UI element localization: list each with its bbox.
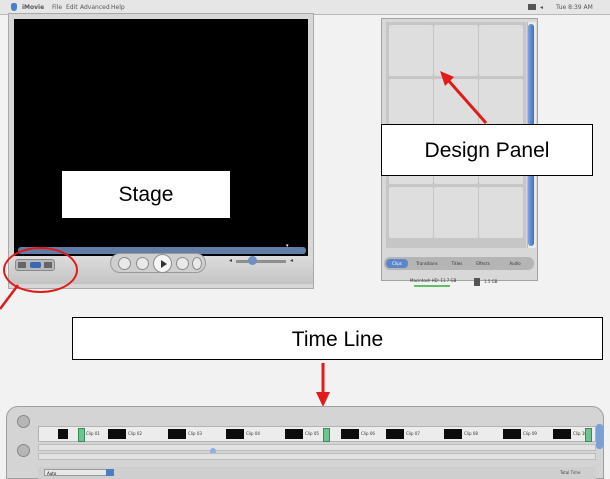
timeline-viewer-icon[interactable] <box>17 444 30 457</box>
clip-label: Clip 09 <box>523 431 537 436</box>
clip-label: Clip 05 <box>305 431 319 436</box>
design-panel-arrow <box>440 71 488 124</box>
clip-thumbnail[interactable] <box>386 429 404 439</box>
clip-viewer-icon[interactable] <box>17 415 30 428</box>
stage-caption: Stage <box>62 171 230 218</box>
zoom-select[interactable]: Auto <box>44 469 114 476</box>
trash-size: 1.5 GB <box>484 279 498 284</box>
audio-track-2[interactable] <box>38 453 596 460</box>
clip-label: Clip 07 <box>406 431 420 436</box>
clip-thumbnail[interactable] <box>108 429 126 439</box>
clip-selected-marker[interactable] <box>78 428 85 442</box>
clip-transition-marker[interactable] <box>323 428 330 442</box>
menu-clock[interactable]: Tue 8:39 AM <box>556 4 593 11</box>
timeline-titlebar <box>14 409 574 417</box>
clip-label: Clip 03 <box>188 431 202 436</box>
timeline-scroll-thumb[interactable] <box>596 424 603 449</box>
tab-clips[interactable]: Clips <box>386 259 408 268</box>
clip-label: Clip 06 <box>361 431 375 436</box>
fast-forward-button[interactable] <box>192 257 202 270</box>
clip-thumbnail[interactable] <box>503 429 521 439</box>
clip-end-marker[interactable] <box>585 428 592 442</box>
clip-thumbnail[interactable] <box>285 429 303 439</box>
tab-effects[interactable]: Effects <box>470 259 496 268</box>
disk-usage-bar <box>414 285 450 287</box>
clip-label: Clip 04 <box>246 431 260 436</box>
timeline-caption: Time Line <box>72 317 603 360</box>
volume-menu-icon[interactable]: ◂ <box>540 4 543 11</box>
timeline-footer <box>38 467 596 479</box>
clip-thumbnail[interactable] <box>226 429 244 439</box>
clip-label: Clip 08 <box>464 431 478 436</box>
clip-thumbnail[interactable] <box>341 429 359 439</box>
audio-track-1[interactable] <box>38 444 596 451</box>
total-time-label: Total Time <box>560 470 581 475</box>
volume-low-icon: ◂ <box>229 257 233 264</box>
clip-thumbnail[interactable] <box>553 429 571 439</box>
menu-edit[interactable]: Edit <box>66 4 78 11</box>
clip-thumbnail[interactable] <box>444 429 462 439</box>
app-menu[interactable]: iMovie <box>22 4 44 11</box>
next-button[interactable] <box>176 257 189 270</box>
play-icon <box>161 260 167 268</box>
clip-label: Clip 01 <box>86 431 100 436</box>
volume-knob[interactable] <box>248 256 257 265</box>
clip-label: Clip 02 <box>128 431 142 436</box>
trash-icon[interactable] <box>474 278 480 286</box>
apple-menu-icon[interactable] <box>11 3 17 11</box>
clip-thumbnail[interactable] <box>58 429 68 439</box>
display-icon[interactable] <box>528 4 536 10</box>
timeline-arrow <box>316 363 330 407</box>
menu-file[interactable]: File <box>52 4 62 11</box>
shelf-slot[interactable] <box>389 187 433 238</box>
annotation-line <box>0 284 19 310</box>
menu-advanced[interactable]: Advanced <box>80 4 110 11</box>
volume-slider[interactable] <box>236 260 286 263</box>
shelf-slot[interactable] <box>434 187 478 238</box>
play-button[interactable] <box>153 254 172 273</box>
menu-help[interactable]: Help <box>111 4 125 11</box>
tab-titles[interactable]: Titles <box>446 259 468 268</box>
design-panel-caption: Design Panel <box>381 124 593 176</box>
stage-monitor[interactable] <box>14 19 308 256</box>
rewind-button[interactable] <box>118 257 131 270</box>
previous-button[interactable] <box>136 257 149 270</box>
zoom-select-arrow-icon[interactable] <box>106 469 114 476</box>
volume-high-icon: ◂ <box>290 257 294 264</box>
shelf-slot[interactable] <box>389 25 433 76</box>
tab-audio[interactable]: Audio <box>498 259 532 268</box>
tab-transitions[interactable]: Transitions <box>410 259 444 268</box>
disk-status: Macintosh HD: 11.7 GB <box>410 278 457 283</box>
clip-thumbnail[interactable] <box>168 429 186 439</box>
scrub-end-icon: ▾ <box>286 243 289 249</box>
shelf-slot[interactable] <box>479 187 523 238</box>
shelf-slot[interactable] <box>389 79 433 130</box>
